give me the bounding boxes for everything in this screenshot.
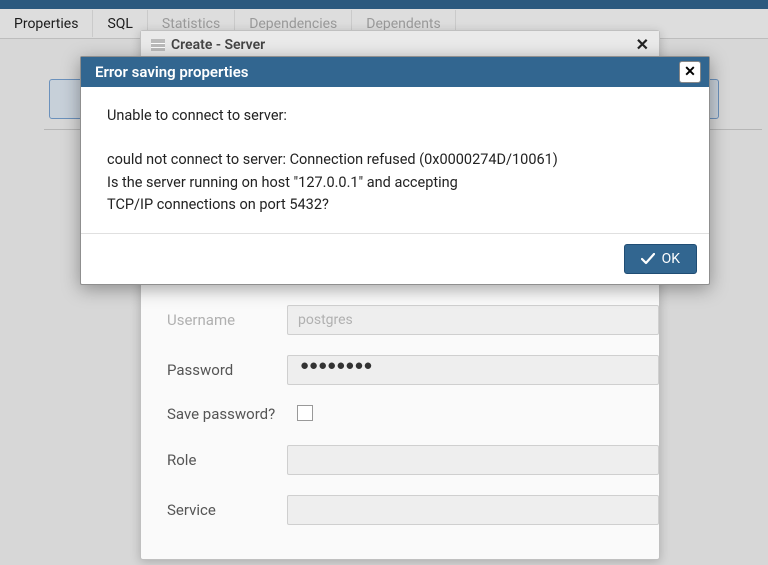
save-password-checkbox[interactable] [297,405,313,421]
role-field[interactable] [287,445,659,475]
password-field[interactable]: ●●●●●●●● [287,355,659,385]
username-field[interactable] [287,305,659,335]
close-icon[interactable]: ✕ [636,35,649,54]
service-label: Service [167,501,287,519]
create-server-dialog-title: Create - Server [171,37,265,53]
error-dialog: Error saving properties ✕ Unable to conn… [80,56,710,285]
server-icon [151,39,165,51]
service-field[interactable] [287,495,659,525]
error-line-2: Is the server running on host "127.0.0.1… [107,172,683,194]
error-line-0: Unable to connect to server: [107,105,683,127]
ok-button-label: OK [662,251,680,267]
save-password-label: Save password? [167,405,297,423]
error-dialog-title: Error saving properties [95,63,248,81]
ok-button[interactable]: OK [624,244,697,274]
create-server-dialog-header[interactable]: Create - Server ✕ [141,31,659,59]
username-label: Username [167,311,287,329]
check-icon [641,253,655,265]
role-label: Role [167,451,287,469]
error-line-3: TCP/IP connections on port 5432? [107,194,683,216]
error-line-1: could not connect to server: Connection … [107,149,683,171]
close-icon[interactable]: ✕ [679,61,701,83]
error-dialog-header[interactable]: Error saving properties ✕ [81,57,709,87]
password-label: Password [167,361,287,379]
error-dialog-footer: OK [81,233,709,284]
error-dialog-body: Unable to connect to server: could not c… [81,87,709,233]
